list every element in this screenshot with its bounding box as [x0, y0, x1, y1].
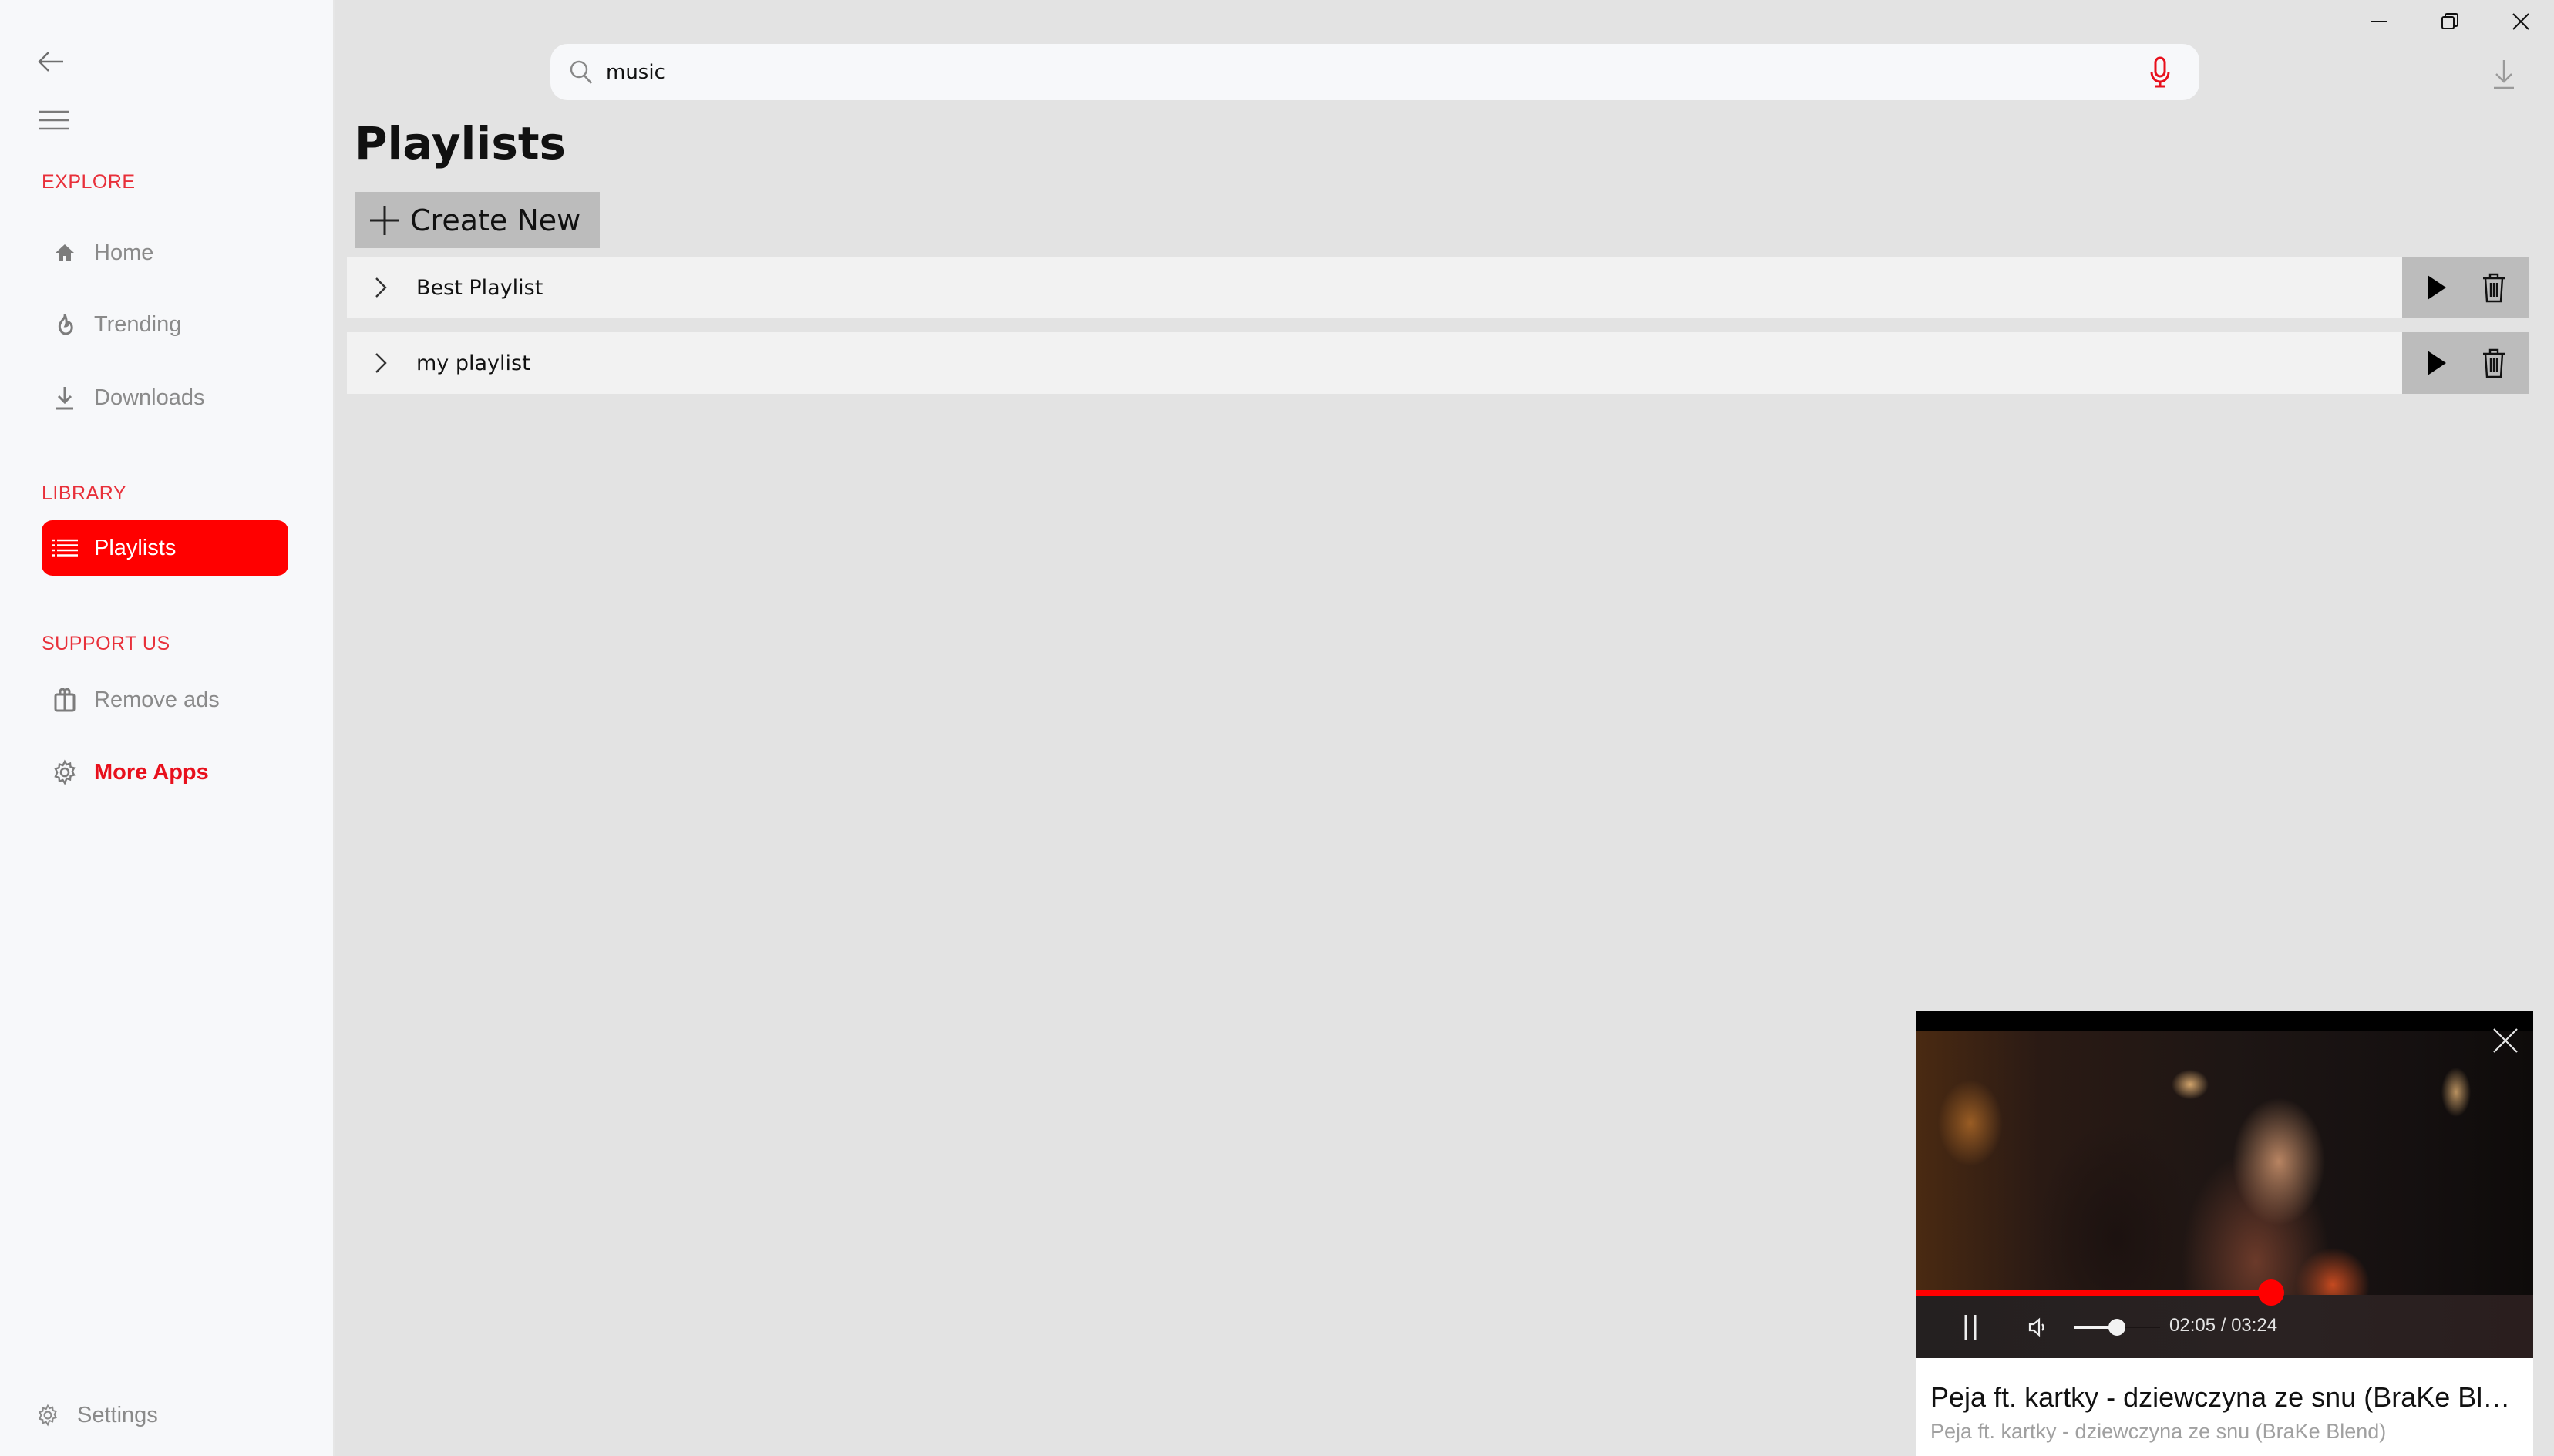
play-playlist-button[interactable]	[2417, 267, 2457, 308]
sidebar-item-trending[interactable]: Trending	[42, 297, 288, 352]
playlist-actions	[2402, 257, 2529, 318]
microphone-icon	[2150, 56, 2170, 87]
close-icon	[2512, 13, 2529, 30]
minimize-button[interactable]	[2356, 5, 2402, 39]
trash-icon	[2483, 273, 2505, 303]
download-icon	[51, 384, 79, 412]
volume-thumb[interactable]	[2108, 1319, 2125, 1336]
chevron-right-icon	[375, 353, 387, 373]
sidebar-item-label: Settings	[77, 1402, 158, 1427]
seek-bar[interactable]	[1916, 1279, 2533, 1306]
gear-icon	[34, 1401, 62, 1429]
play-icon	[2428, 351, 2446, 375]
home-icon	[51, 239, 79, 267]
arrow-left-icon	[38, 52, 63, 72]
trash-icon	[2483, 348, 2505, 378]
volume-icon	[2028, 1317, 2044, 1337]
delete-playlist-button[interactable]	[2474, 267, 2514, 308]
track-title: Peja ft. kartky - dziewczyna ze snu (Bra…	[1930, 1381, 2524, 1413]
download-icon	[2494, 60, 2514, 89]
track-subtitle: Peja ft. kartky - dziewczyna ze snu (Bra…	[1930, 1420, 2387, 1443]
play-icon	[2428, 275, 2446, 300]
playback-time: 02:05 / 03:24	[2169, 1315, 2278, 1336]
gear-icon	[51, 758, 79, 786]
section-label-explore: EXPLORE	[42, 171, 136, 193]
mute-button[interactable]	[2024, 1313, 2052, 1341]
page-title: Playlists	[355, 117, 567, 170]
playlist-expander[interactable]: my playlist	[347, 332, 2402, 394]
close-player-button[interactable]	[2488, 1024, 2522, 1058]
sidebar-item-label: Home	[94, 240, 154, 265]
microphone-button[interactable]	[2141, 53, 2179, 92]
sidebar-item-downloads[interactable]: Downloads	[42, 370, 288, 425]
playlist-expander[interactable]: Best Playlist	[347, 257, 2402, 318]
search-icon	[566, 57, 597, 88]
plus-icon	[370, 205, 399, 235]
hamburger-icon	[39, 110, 69, 130]
window-close-button[interactable]	[2498, 5, 2544, 39]
create-new-playlist-button[interactable]: Create New	[355, 192, 600, 248]
search-input[interactable]	[606, 52, 2141, 92]
back-button[interactable]	[31, 43, 71, 80]
list-icon	[51, 534, 79, 562]
shopping-bag-icon	[51, 686, 79, 714]
sidebar: EXPLORE Home Trending Downloads LIBRARY …	[0, 0, 335, 1456]
minimize-icon	[2371, 21, 2387, 22]
sidebar-item-label: More Apps	[94, 759, 209, 785]
sidebar-item-home[interactable]: Home	[42, 225, 288, 281]
section-label-support-us: SUPPORT US	[42, 633, 170, 654]
seek-fill	[1916, 1290, 2271, 1296]
pause-icon	[1964, 1315, 1977, 1340]
video-thumbnail[interactable]	[1916, 1031, 2533, 1295]
flame-icon	[51, 311, 79, 338]
create-new-label: Create New	[410, 203, 581, 237]
seek-thumb[interactable]	[2258, 1279, 2284, 1306]
sidebar-item-label: Remove ads	[94, 687, 220, 712]
section-label-library: LIBRARY	[42, 483, 127, 504]
playlist-row: Best Playlist	[347, 257, 2529, 318]
mini-player: 02:05 / 03:24 Peja ft. kartky - dziewczy…	[1916, 1011, 2533, 1456]
restore-button[interactable]	[2427, 5, 2473, 39]
track-info: Peja ft. kartky - dziewczyna ze snu (Bra…	[1916, 1358, 2533, 1456]
player-top-strip	[1916, 1011, 2533, 1031]
close-icon	[2493, 1028, 2518, 1053]
sidebar-item-settings[interactable]: Settings	[25, 1387, 271, 1443]
search-bar	[550, 44, 2199, 100]
player-controls: 02:05 / 03:24	[1916, 1295, 2533, 1358]
delete-playlist-button[interactable]	[2474, 343, 2514, 383]
playlist-row: my playlist	[347, 332, 2529, 394]
playlist-name: Best Playlist	[416, 275, 543, 300]
playlist-actions	[2402, 332, 2529, 394]
sidebar-item-remove-ads[interactable]: Remove ads	[42, 672, 288, 728]
sidebar-item-label: Downloads	[94, 385, 205, 410]
hamburger-menu-button[interactable]	[31, 103, 77, 137]
pause-button[interactable]	[1955, 1310, 1986, 1344]
sidebar-item-playlists[interactable]: Playlists	[42, 520, 288, 576]
sidebar-item-more-apps[interactable]: More Apps	[42, 745, 288, 800]
chevron-right-icon	[375, 277, 387, 298]
restore-icon	[2441, 13, 2458, 29]
play-playlist-button[interactable]	[2417, 343, 2457, 383]
sidebar-item-label: Playlists	[94, 535, 177, 560]
playlist-name: my playlist	[416, 351, 530, 375]
sidebar-item-label: Trending	[94, 311, 182, 337]
volume-slider[interactable]	[2074, 1318, 2160, 1337]
downloads-button[interactable]	[2484, 54, 2524, 94]
